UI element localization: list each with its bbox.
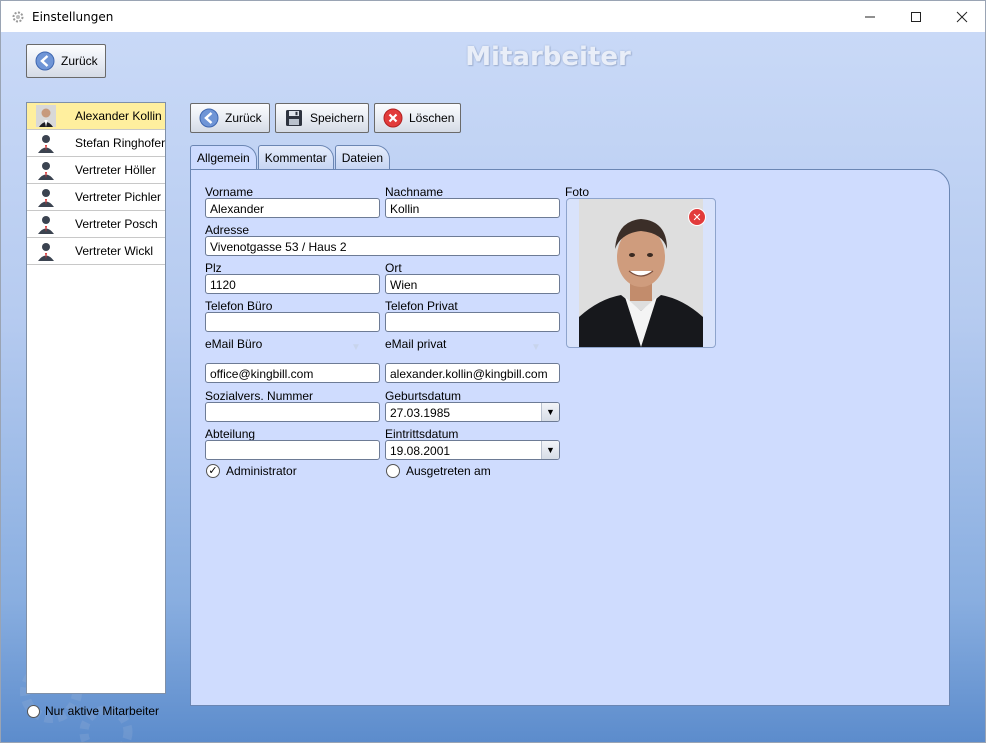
- telefon-buero-label: Telefon Büro: [205, 299, 273, 313]
- floppy-disk-icon: [286, 110, 302, 126]
- adresse-field[interactable]: Vivenotgasse 53 / Haus 2: [205, 236, 560, 256]
- ort-field[interactable]: Wien: [385, 274, 560, 294]
- employee-item-stefan-ringhofer[interactable]: Stefan Ringhofer: [27, 130, 165, 157]
- title-bar: Einstellungen: [1, 1, 985, 32]
- employee-name: Stefan Ringhofer: [75, 136, 166, 150]
- vorname-label: Vorname: [205, 185, 254, 199]
- back-button[interactable]: Zurück: [190, 103, 270, 133]
- maximize-button[interactable]: [893, 1, 939, 32]
- window-title: Einstellungen: [32, 9, 114, 24]
- email-buero-dropdown-icon[interactable]: ▼: [351, 342, 361, 353]
- employee-item-vertreter-posch[interactable]: Vertreter Posch: [27, 211, 165, 238]
- close-icon: [956, 11, 968, 22]
- save-button[interactable]: Speichern: [275, 103, 369, 133]
- nachname-label: Nachname: [385, 185, 444, 199]
- tab-kommentar[interactable]: Kommentar: [257, 145, 334, 169]
- employee-item-vertreter-pichler[interactable]: Vertreter Pichler: [27, 184, 165, 211]
- sozialvers-label: Sozialvers. Nummer: [205, 389, 314, 403]
- only-active-label: Nur aktive Mitarbeiter: [45, 704, 160, 718]
- employee-photo-avatar: [36, 105, 56, 127]
- employee-name: Alexander Kollin: [75, 109, 162, 123]
- email-buero-label: eMail Büro: [205, 337, 263, 351]
- foto-label: Foto: [565, 185, 590, 199]
- telefon-privat-label: Telefon Privat: [385, 299, 458, 313]
- eintrittsdatum-value: 19.08.2001: [390, 444, 451, 458]
- back-label: Zurück: [225, 111, 262, 125]
- tab-dateien[interactable]: Dateien: [334, 145, 391, 169]
- geburtsdatum-label: Geburtsdatum: [385, 389, 462, 403]
- delete-button[interactable]: Löschen: [374, 103, 461, 133]
- telefon-privat-field[interactable]: [385, 312, 560, 332]
- telefon-buero-field[interactable]: [205, 312, 380, 332]
- employee-item-alexander-kollin[interactable]: Alexander Kollin: [27, 103, 165, 130]
- employee-item-vertreter-wickl[interactable]: Vertreter Wickl: [27, 238, 165, 265]
- eintrittsdatum-label: Eintrittsdatum: [385, 427, 459, 441]
- geburtsdatum-picker[interactable]: 27.03.1985 ▼: [385, 402, 560, 422]
- adresse-label: Adresse: [205, 223, 250, 237]
- close-button[interactable]: [939, 1, 985, 32]
- employee-name: Vertreter Posch: [75, 217, 158, 231]
- ausgetreten-checkbox[interactable]: Ausgetreten am: [386, 464, 491, 478]
- eintrittsdatum-picker[interactable]: 19.08.2001 ▼: [385, 440, 560, 460]
- settings-window: Einstellungen Zurück Mitarbeiter Alexand…: [0, 0, 986, 743]
- ausgetreten-label: Ausgetreten am: [406, 464, 491, 478]
- minimize-button[interactable]: [847, 1, 893, 32]
- only-active-toggle[interactable]: Nur aktive Mitarbeiter: [27, 704, 159, 718]
- gear-icon: [10, 9, 26, 25]
- abteilung-field[interactable]: [205, 440, 380, 460]
- user-icon: [38, 216, 54, 234]
- remove-photo-button[interactable]: ✕: [688, 208, 706, 226]
- vorname-field[interactable]: Alexander: [205, 198, 380, 218]
- employee-photo: [579, 199, 703, 347]
- arrow-left-icon: [199, 108, 219, 128]
- photo-frame[interactable]: ✕: [566, 198, 716, 348]
- administrator-checkbox[interactable]: ✓ Administrator: [206, 464, 297, 478]
- employee-name: Vertreter Wickl: [75, 244, 154, 258]
- page-title: Mitarbeiter: [465, 42, 631, 72]
- save-label: Speichern: [310, 111, 365, 125]
- abteilung-label: Abteilung: [205, 427, 256, 441]
- email-privat-field[interactable]: alexander.kollin@kingbill.com: [385, 363, 560, 383]
- general-tab-panel: Vorname Alexander Nachname Kollin Foto A…: [190, 169, 950, 706]
- employee-name: Vertreter Höller: [75, 163, 156, 177]
- delete-label: Löschen: [409, 111, 455, 125]
- plz-field[interactable]: 1120: [205, 274, 380, 294]
- administrator-label: Administrator: [226, 464, 297, 478]
- email-privat-dropdown-icon[interactable]: ▼: [531, 342, 541, 353]
- sozialvers-field[interactable]: [205, 402, 380, 422]
- employee-item-vertreter-hoeller[interactable]: Vertreter Höller: [27, 157, 165, 184]
- user-icon: [38, 243, 54, 261]
- employee-list[interactable]: Alexander Kollin Stefan Ringhofer Vertre…: [26, 102, 166, 694]
- chevron-down-icon[interactable]: ▼: [541, 403, 559, 421]
- ausgetreten-radio[interactable]: [386, 464, 400, 478]
- only-active-radio[interactable]: [27, 704, 40, 718]
- user-icon: [38, 135, 54, 153]
- tab-strip: Allgemein Kommentar Dateien: [190, 145, 391, 170]
- ort-label: Ort: [385, 261, 402, 275]
- employee-name: Vertreter Pichler: [75, 190, 162, 204]
- nachname-field[interactable]: Kollin: [385, 198, 560, 218]
- maximize-icon: [911, 11, 921, 22]
- client-area: Zurück Mitarbeiter Alexander Kollin Stef…: [1, 32, 985, 742]
- geburtsdatum-value: 27.03.1985: [390, 406, 451, 420]
- user-icon: [38, 162, 54, 180]
- minimize-icon: [865, 16, 875, 17]
- delete-x-icon: [383, 108, 403, 128]
- user-icon: [38, 189, 54, 207]
- email-buero-field[interactable]: office@kingbill.com: [205, 363, 380, 383]
- plz-label: Plz: [205, 261, 222, 275]
- checkmark-icon[interactable]: ✓: [206, 464, 220, 478]
- chevron-down-icon[interactable]: ▼: [541, 441, 559, 459]
- email-privat-label: eMail privat: [385, 337, 447, 351]
- tab-allgemein[interactable]: Allgemein: [190, 145, 257, 170]
